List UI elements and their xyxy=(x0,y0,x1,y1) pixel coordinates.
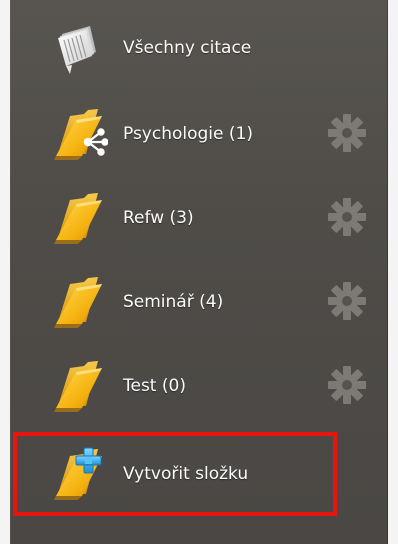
folder-item-psychologie[interactable]: Psychologie (1) xyxy=(10,92,388,174)
folder-item-refw[interactable]: Refw (3) xyxy=(10,176,388,258)
gear-icon[interactable] xyxy=(326,280,368,322)
folder-label: Seminář (4) xyxy=(123,292,224,312)
folder-add-icon xyxy=(48,444,108,502)
all-citations-item[interactable]: Všechny citace xyxy=(10,6,388,88)
folders-panel: Všechny citace Psychologie (1) Refw (3) … xyxy=(10,0,388,544)
gear-icon[interactable] xyxy=(326,112,368,154)
folder-icon xyxy=(48,272,108,330)
folder-item-seminar[interactable]: Seminář (4) xyxy=(10,260,388,342)
gear-icon[interactable] xyxy=(326,196,368,238)
folder-item-test[interactable]: Test (0) xyxy=(10,344,388,426)
create-folder-label: Vytvořit složku xyxy=(123,464,249,484)
gear-icon[interactable] xyxy=(326,364,368,406)
folder-label: Refw (3) xyxy=(123,208,194,228)
shared-folder-icon xyxy=(48,104,108,162)
folder-icon xyxy=(48,188,108,246)
folder-label: Test (0) xyxy=(123,376,186,396)
stacked-papers-icon xyxy=(48,18,108,76)
folder-label: Psychologie (1) xyxy=(123,124,253,144)
create-folder-button[interactable]: Vytvořit složku xyxy=(10,432,388,514)
all-citations-label: Všechny citace xyxy=(123,38,252,58)
folder-icon xyxy=(48,356,108,414)
